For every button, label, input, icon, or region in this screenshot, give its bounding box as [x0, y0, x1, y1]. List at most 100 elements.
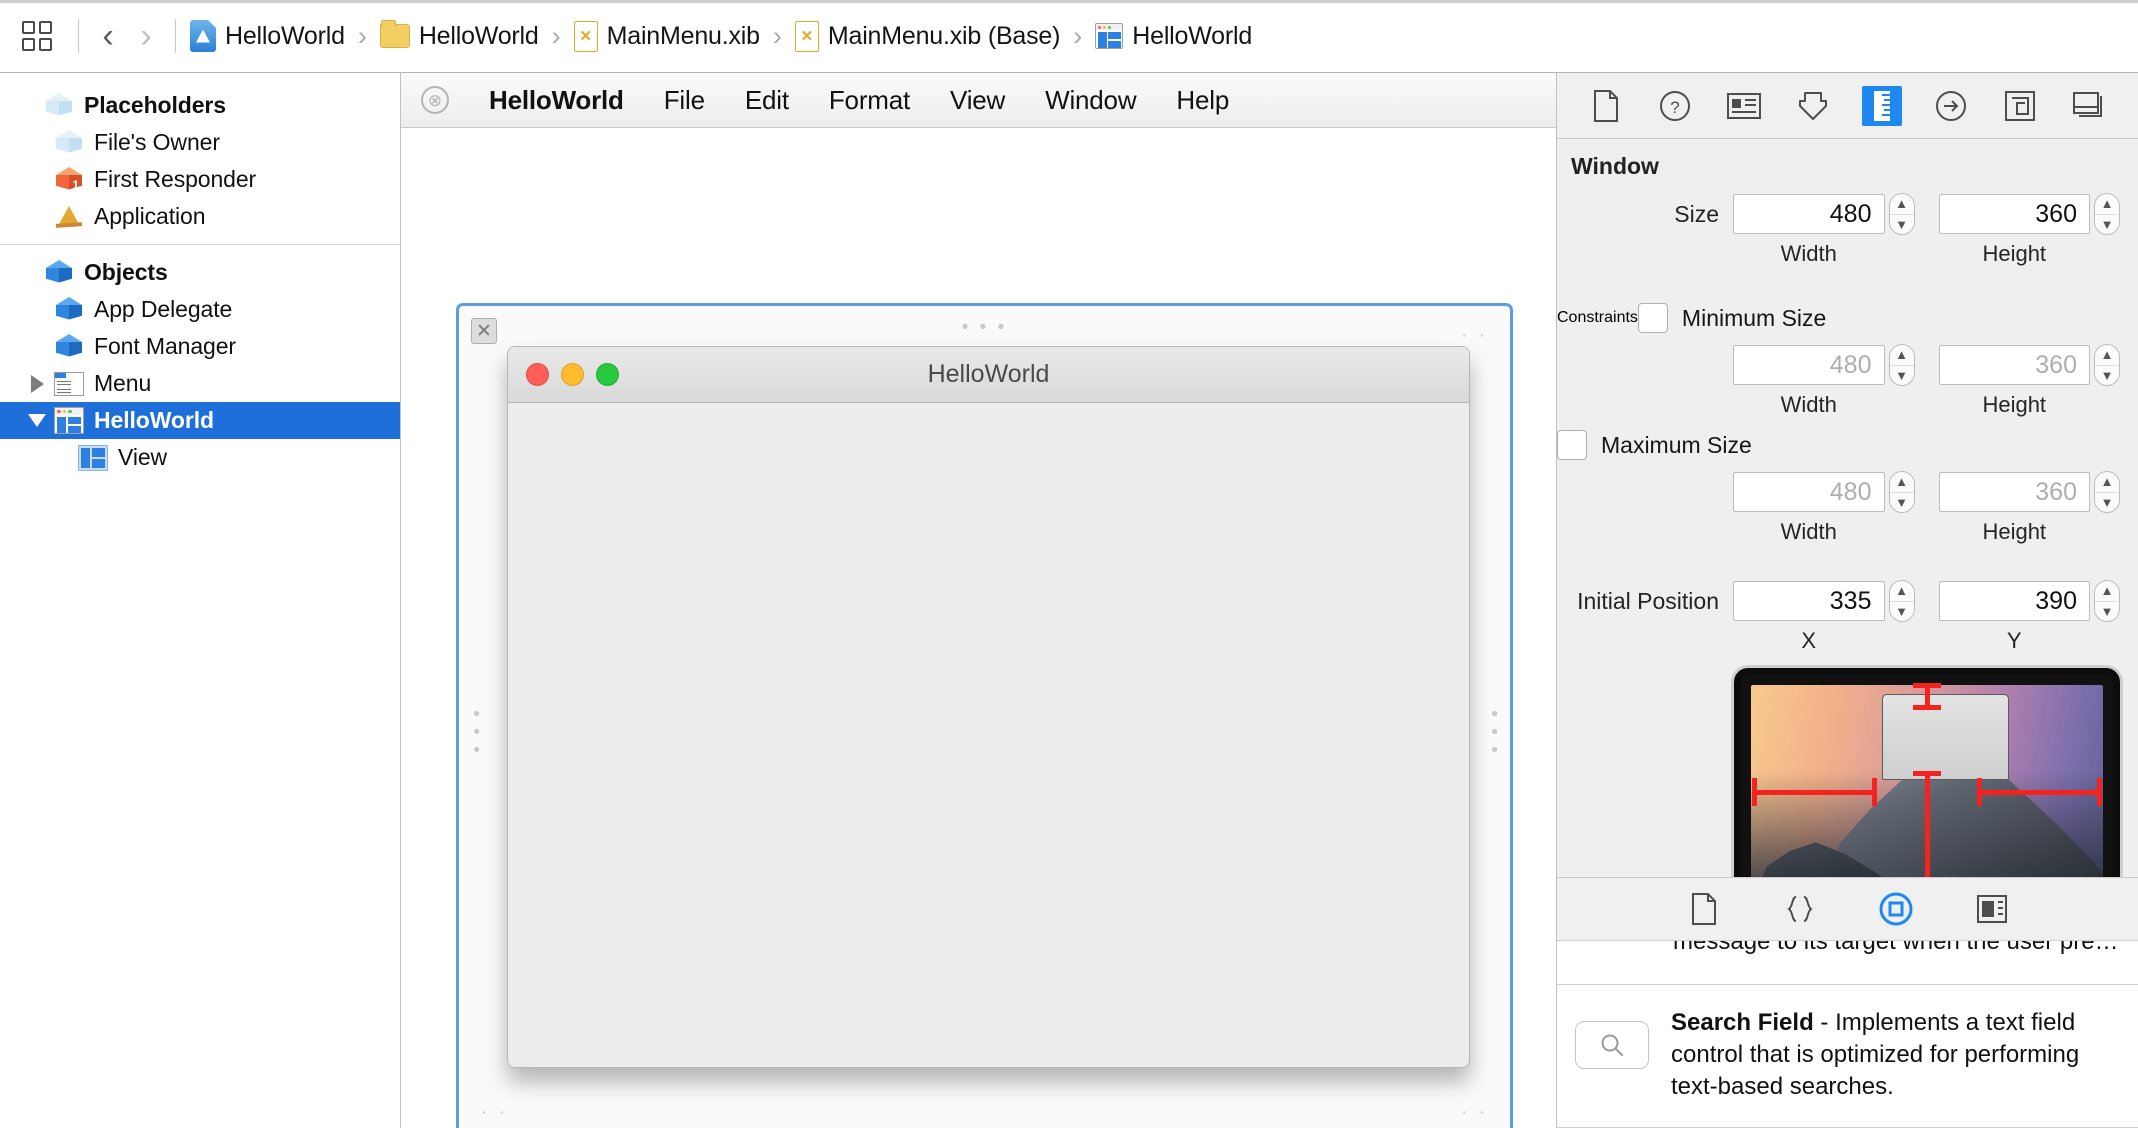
related-items-icon[interactable]: [20, 19, 54, 53]
initial-position-y-input[interactable]: 390: [1938, 581, 2090, 621]
size-width-stepper[interactable]: ▲ ▼: [1888, 193, 1915, 235]
breadcrumb-label: HelloWorld: [225, 21, 345, 50]
connections-inspector-icon[interactable]: [1931, 86, 1971, 126]
outline-label: First Responder: [94, 166, 257, 192]
outline-group-placeholders[interactable]: Placeholders: [0, 87, 400, 124]
library-item-clipped[interactable]: message to its target when the user pre…: [1557, 940, 2138, 984]
forward-button[interactable]: ›: [127, 16, 165, 56]
resize-handle-top-right[interactable]: · ·: [1461, 326, 1488, 345]
outline-item-menu[interactable]: Menu: [0, 365, 400, 402]
size-inspector-icon[interactable]: [1862, 85, 1903, 126]
disclosure-triangle-collapsed-icon[interactable]: [20, 374, 54, 393]
library-item-search-field[interactable]: Search Field - Implements a text field c…: [1557, 984, 2138, 1127]
menu-item-edit[interactable]: Edit: [725, 85, 809, 116]
initial-position-x-input[interactable]: 335: [1733, 581, 1885, 621]
resize-handle-bottom-right[interactable]: · ·: [1461, 1103, 1488, 1122]
cube-orange-icon: [54, 166, 84, 193]
outline-item-helloworld[interactable]: HelloWorld: [0, 402, 400, 439]
outline-item-view[interactable]: View: [0, 439, 400, 476]
breadcrumb-item-project[interactable]: HelloWorld: [186, 14, 349, 58]
outline-item-font-manager[interactable]: Font Manager: [0, 328, 400, 365]
canvas-window-container[interactable]: ✕ • • • • • • • • • • • • · · · · · · He…: [456, 303, 1513, 1128]
menu-item-window[interactable]: Window: [1025, 85, 1156, 116]
inspector-content: Window Size 480 ▲ ▼ 360 ▲ ▼ Width Height…: [1557, 139, 2138, 878]
library-item-description: Search Field - Implements a text field c…: [1671, 1007, 2116, 1103]
initial-position-x-stepper[interactable]: ▲ ▼: [1888, 580, 1915, 622]
outline-item-application[interactable]: Application: [0, 198, 400, 235]
menu-item-format[interactable]: Format: [809, 85, 930, 116]
maximum-size-checkbox[interactable]: [1557, 430, 1587, 460]
canvas-selection-frame[interactable]: ✕ • • • • • • • • • • • • · · · · · · He…: [456, 303, 1513, 1128]
mac-window-title: HelloWorld: [927, 360, 1050, 388]
minimum-size-row: Constraints Minimum Size: [1557, 297, 2138, 339]
divider: [175, 19, 176, 53]
initial-position-label: Initial Position: [1577, 587, 1719, 614]
resize-handle-right[interactable]: • • •: [1483, 710, 1504, 756]
back-button[interactable]: ‹: [89, 16, 127, 56]
resize-handle-bottom-left[interactable]: · ·: [481, 1103, 508, 1122]
attributes-inspector-icon[interactable]: [1793, 86, 1833, 126]
cube-blue-icon: [54, 296, 84, 323]
size-width-input[interactable]: 480: [1733, 194, 1885, 234]
outline-group-objects[interactable]: Objects: [0, 254, 400, 291]
maximum-width-stepper[interactable]: ▲ ▼: [1888, 471, 1915, 513]
window-position-thumbnail[interactable]: [1882, 693, 2009, 781]
view-effects-inspector-icon[interactable]: [2069, 86, 2109, 126]
media-library-icon[interactable]: [1972, 889, 2012, 929]
canvas-close-icon[interactable]: ✕: [471, 318, 497, 344]
object-library-icon[interactable]: [1876, 889, 1916, 929]
outline-item-app-delegate[interactable]: App Delegate: [0, 291, 400, 328]
menu-item-view[interactable]: View: [930, 85, 1025, 116]
resize-handle-top[interactable]: • • •: [962, 318, 1008, 337]
breadcrumb-item-folder[interactable]: HelloWorld: [376, 14, 543, 58]
size-captions-row: Width Height: [1557, 240, 2138, 273]
menubar-close-icon[interactable]: ⊗: [421, 86, 449, 114]
resize-handle-left[interactable]: • • •: [465, 710, 486, 756]
bindings-inspector-icon[interactable]: [2000, 86, 2040, 126]
outline-item-first-responder[interactable]: First Responder: [0, 161, 400, 198]
maximum-height-input[interactable]: 360: [1938, 472, 2090, 512]
breadcrumb-chevron-icon: ›: [1073, 20, 1083, 51]
size-row: Size 480 ▲ ▼ 360 ▲ ▼: [1557, 188, 2138, 240]
minimum-captions-row: Width Height: [1557, 391, 2138, 424]
size-height-input[interactable]: 360: [1938, 194, 2090, 234]
breadcrumb-item-window[interactable]: HelloWorld: [1091, 14, 1256, 58]
maximum-size-fields-row: 480 ▲ ▼ 360 ▲ ▼: [1557, 466, 2138, 518]
minimum-width-input[interactable]: 480: [1733, 345, 1885, 385]
library-item-list[interactable]: message to its target when the user pre……: [1557, 940, 2138, 1128]
maximum-width-caption: Width: [1780, 519, 1837, 544]
initial-position-y-stepper[interactable]: ▲ ▼: [2094, 580, 2120, 622]
breadcrumb-chevron-icon: ›: [551, 20, 561, 51]
folder-icon: [379, 20, 410, 48]
disclosure-triangle-expanded-icon[interactable]: [20, 414, 54, 427]
menu-item-helloworld[interactable]: HelloWorld: [469, 85, 644, 116]
menu-item-file[interactable]: File: [644, 85, 725, 116]
size-height-caption: Height: [1982, 241, 2047, 266]
file-inspector-icon[interactable]: [1586, 86, 1626, 126]
menu-item-help[interactable]: Help: [1156, 85, 1249, 116]
minimum-height-input[interactable]: 360: [1938, 345, 2090, 385]
identity-inspector-icon[interactable]: [1724, 86, 1764, 126]
quick-help-inspector-icon[interactable]: ?: [1655, 86, 1695, 126]
breadcrumb-item-xib-base[interactable]: MainMenu.xib (Base): [791, 14, 1064, 58]
breadcrumb-label: HelloWorld: [1132, 21, 1253, 50]
minimum-height-stepper[interactable]: ▲ ▼: [2094, 344, 2120, 386]
window-icon: [1095, 23, 1124, 49]
interface-builder-canvas[interactable]: ⊗ HelloWorld File Edit Format View Windo…: [401, 73, 1556, 1128]
maximum-height-stepper[interactable]: ▲ ▼: [2094, 471, 2120, 513]
code-snippet-library-icon[interactable]: [1780, 889, 1820, 929]
outline-item-files-owner[interactable]: File's Owner: [0, 124, 400, 161]
minimum-size-checkbox[interactable]: [1637, 303, 1668, 333]
breadcrumb-item-xib[interactable]: MainMenu.xib: [570, 14, 764, 58]
svg-text:?: ?: [1670, 98, 1679, 117]
size-height-stepper[interactable]: ▲ ▼: [2094, 193, 2120, 235]
mac-window-content-view[interactable]: [508, 403, 1469, 1067]
mac-window-preview[interactable]: HelloWorld: [507, 346, 1470, 1068]
minimum-width-stepper[interactable]: ▲ ▼: [1888, 344, 1915, 386]
initial-position-preview[interactable]: [1557, 660, 2138, 878]
menu-icon: [54, 371, 84, 396]
file-template-library-icon[interactable]: [1684, 889, 1724, 929]
guide-line-left: [1752, 790, 1877, 795]
maximum-width-input[interactable]: 480: [1733, 472, 1885, 512]
cube-blue-icon: [44, 259, 74, 286]
